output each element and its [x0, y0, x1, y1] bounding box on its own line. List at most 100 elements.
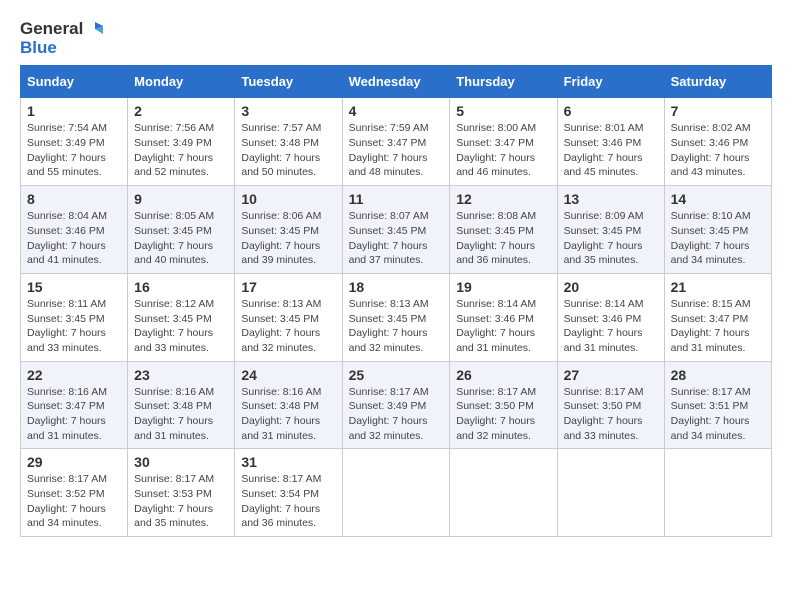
day-number: 22 — [27, 367, 121, 383]
day-number: 29 — [27, 454, 121, 470]
day-number: 19 — [456, 279, 550, 295]
calendar-week-row: 15 Sunrise: 8:11 AMSunset: 3:45 PMDaylig… — [21, 273, 772, 361]
column-header-sunday: Sunday — [21, 66, 128, 98]
logo: General Blue — [20, 20, 103, 57]
day-number: 20 — [564, 279, 658, 295]
calendar-cell: 25 Sunrise: 8:17 AMSunset: 3:49 PMDaylig… — [342, 361, 450, 449]
logo-bird-icon — [85, 20, 103, 38]
day-detail: Sunrise: 8:10 AMSunset: 3:45 PMDaylight:… — [671, 210, 751, 266]
column-header-wednesday: Wednesday — [342, 66, 450, 98]
day-detail: Sunrise: 8:17 AMSunset: 3:51 PMDaylight:… — [671, 386, 751, 442]
day-detail: Sunrise: 7:57 AMSunset: 3:48 PMDaylight:… — [241, 122, 321, 178]
day-number: 2 — [134, 103, 228, 119]
calendar-cell: 20 Sunrise: 8:14 AMSunset: 3:46 PMDaylig… — [557, 273, 664, 361]
day-detail: Sunrise: 8:08 AMSunset: 3:45 PMDaylight:… — [456, 210, 536, 266]
day-number: 4 — [349, 103, 444, 119]
day-number: 8 — [27, 191, 121, 207]
column-header-saturday: Saturday — [664, 66, 771, 98]
day-detail: Sunrise: 8:07 AMSunset: 3:45 PMDaylight:… — [349, 210, 429, 266]
calendar-cell: 16 Sunrise: 8:12 AMSunset: 3:45 PMDaylig… — [128, 273, 235, 361]
calendar-cell — [342, 449, 450, 537]
calendar-cell: 31 Sunrise: 8:17 AMSunset: 3:54 PMDaylig… — [235, 449, 342, 537]
calendar-cell: 12 Sunrise: 8:08 AMSunset: 3:45 PMDaylig… — [450, 186, 557, 274]
calendar-cell: 1 Sunrise: 7:54 AMSunset: 3:49 PMDayligh… — [21, 98, 128, 186]
calendar-cell: 13 Sunrise: 8:09 AMSunset: 3:45 PMDaylig… — [557, 186, 664, 274]
calendar-cell — [450, 449, 557, 537]
day-number: 31 — [241, 454, 335, 470]
calendar-cell: 6 Sunrise: 8:01 AMSunset: 3:46 PMDayligh… — [557, 98, 664, 186]
day-detail: Sunrise: 8:17 AMSunset: 3:54 PMDaylight:… — [241, 473, 321, 529]
day-detail: Sunrise: 8:17 AMSunset: 3:52 PMDaylight:… — [27, 473, 107, 529]
day-detail: Sunrise: 8:16 AMSunset: 3:48 PMDaylight:… — [134, 386, 214, 442]
day-number: 7 — [671, 103, 765, 119]
day-number: 5 — [456, 103, 550, 119]
calendar-cell — [664, 449, 771, 537]
day-number: 27 — [564, 367, 658, 383]
calendar-cell: 26 Sunrise: 8:17 AMSunset: 3:50 PMDaylig… — [450, 361, 557, 449]
calendar-cell: 14 Sunrise: 8:10 AMSunset: 3:45 PMDaylig… — [664, 186, 771, 274]
calendar-cell: 21 Sunrise: 8:15 AMSunset: 3:47 PMDaylig… — [664, 273, 771, 361]
logo-text: General Blue — [20, 20, 103, 57]
header: General Blue — [20, 20, 772, 57]
column-header-friday: Friday — [557, 66, 664, 98]
calendar-table: SundayMondayTuesdayWednesdayThursdayFrid… — [20, 65, 772, 537]
calendar-cell: 2 Sunrise: 7:56 AMSunset: 3:49 PMDayligh… — [128, 98, 235, 186]
logo-general: General — [20, 20, 83, 39]
day-number: 17 — [241, 279, 335, 295]
day-number: 21 — [671, 279, 765, 295]
day-number: 30 — [134, 454, 228, 470]
day-number: 13 — [564, 191, 658, 207]
calendar-cell: 4 Sunrise: 7:59 AMSunset: 3:47 PMDayligh… — [342, 98, 450, 186]
day-detail: Sunrise: 7:59 AMSunset: 3:47 PMDaylight:… — [349, 122, 429, 178]
day-detail: Sunrise: 7:56 AMSunset: 3:49 PMDaylight:… — [134, 122, 214, 178]
day-number: 28 — [671, 367, 765, 383]
calendar-header-row: SundayMondayTuesdayWednesdayThursdayFrid… — [21, 66, 772, 98]
calendar-cell: 23 Sunrise: 8:16 AMSunset: 3:48 PMDaylig… — [128, 361, 235, 449]
day-detail: Sunrise: 8:13 AMSunset: 3:45 PMDaylight:… — [241, 298, 321, 354]
day-number: 9 — [134, 191, 228, 207]
day-number: 18 — [349, 279, 444, 295]
column-header-monday: Monday — [128, 66, 235, 98]
calendar-cell: 30 Sunrise: 8:17 AMSunset: 3:53 PMDaylig… — [128, 449, 235, 537]
calendar-cell — [557, 449, 664, 537]
calendar-cell: 7 Sunrise: 8:02 AMSunset: 3:46 PMDayligh… — [664, 98, 771, 186]
day-detail: Sunrise: 8:17 AMSunset: 3:50 PMDaylight:… — [564, 386, 644, 442]
calendar-cell: 29 Sunrise: 8:17 AMSunset: 3:52 PMDaylig… — [21, 449, 128, 537]
calendar-cell: 8 Sunrise: 8:04 AMSunset: 3:46 PMDayligh… — [21, 186, 128, 274]
logo-blue: Blue — [20, 39, 103, 58]
day-detail: Sunrise: 8:06 AMSunset: 3:45 PMDaylight:… — [241, 210, 321, 266]
day-detail: Sunrise: 8:16 AMSunset: 3:48 PMDaylight:… — [241, 386, 321, 442]
day-detail: Sunrise: 8:17 AMSunset: 3:49 PMDaylight:… — [349, 386, 429, 442]
day-detail: Sunrise: 8:09 AMSunset: 3:45 PMDaylight:… — [564, 210, 644, 266]
day-number: 1 — [27, 103, 121, 119]
day-detail: Sunrise: 8:00 AMSunset: 3:47 PMDaylight:… — [456, 122, 536, 178]
day-number: 14 — [671, 191, 765, 207]
day-detail: Sunrise: 8:02 AMSunset: 3:46 PMDaylight:… — [671, 122, 751, 178]
day-number: 25 — [349, 367, 444, 383]
calendar-cell: 17 Sunrise: 8:13 AMSunset: 3:45 PMDaylig… — [235, 273, 342, 361]
day-detail: Sunrise: 8:17 AMSunset: 3:50 PMDaylight:… — [456, 386, 536, 442]
calendar-cell: 9 Sunrise: 8:05 AMSunset: 3:45 PMDayligh… — [128, 186, 235, 274]
calendar-week-row: 29 Sunrise: 8:17 AMSunset: 3:52 PMDaylig… — [21, 449, 772, 537]
day-number: 6 — [564, 103, 658, 119]
calendar-cell: 3 Sunrise: 7:57 AMSunset: 3:48 PMDayligh… — [235, 98, 342, 186]
day-number: 12 — [456, 191, 550, 207]
day-number: 15 — [27, 279, 121, 295]
calendar-cell: 22 Sunrise: 8:16 AMSunset: 3:47 PMDaylig… — [21, 361, 128, 449]
calendar-cell: 27 Sunrise: 8:17 AMSunset: 3:50 PMDaylig… — [557, 361, 664, 449]
day-number: 23 — [134, 367, 228, 383]
calendar-cell: 24 Sunrise: 8:16 AMSunset: 3:48 PMDaylig… — [235, 361, 342, 449]
day-number: 24 — [241, 367, 335, 383]
day-detail: Sunrise: 7:54 AMSunset: 3:49 PMDaylight:… — [27, 122, 107, 178]
day-detail: Sunrise: 8:01 AMSunset: 3:46 PMDaylight:… — [564, 122, 644, 178]
column-header-tuesday: Tuesday — [235, 66, 342, 98]
day-detail: Sunrise: 8:12 AMSunset: 3:45 PMDaylight:… — [134, 298, 214, 354]
day-number: 10 — [241, 191, 335, 207]
calendar-cell: 11 Sunrise: 8:07 AMSunset: 3:45 PMDaylig… — [342, 186, 450, 274]
day-number: 16 — [134, 279, 228, 295]
day-detail: Sunrise: 8:17 AMSunset: 3:53 PMDaylight:… — [134, 473, 214, 529]
calendar-cell: 5 Sunrise: 8:00 AMSunset: 3:47 PMDayligh… — [450, 98, 557, 186]
calendar-cell: 19 Sunrise: 8:14 AMSunset: 3:46 PMDaylig… — [450, 273, 557, 361]
calendar-week-row: 1 Sunrise: 7:54 AMSunset: 3:49 PMDayligh… — [21, 98, 772, 186]
day-detail: Sunrise: 8:04 AMSunset: 3:46 PMDaylight:… — [27, 210, 107, 266]
